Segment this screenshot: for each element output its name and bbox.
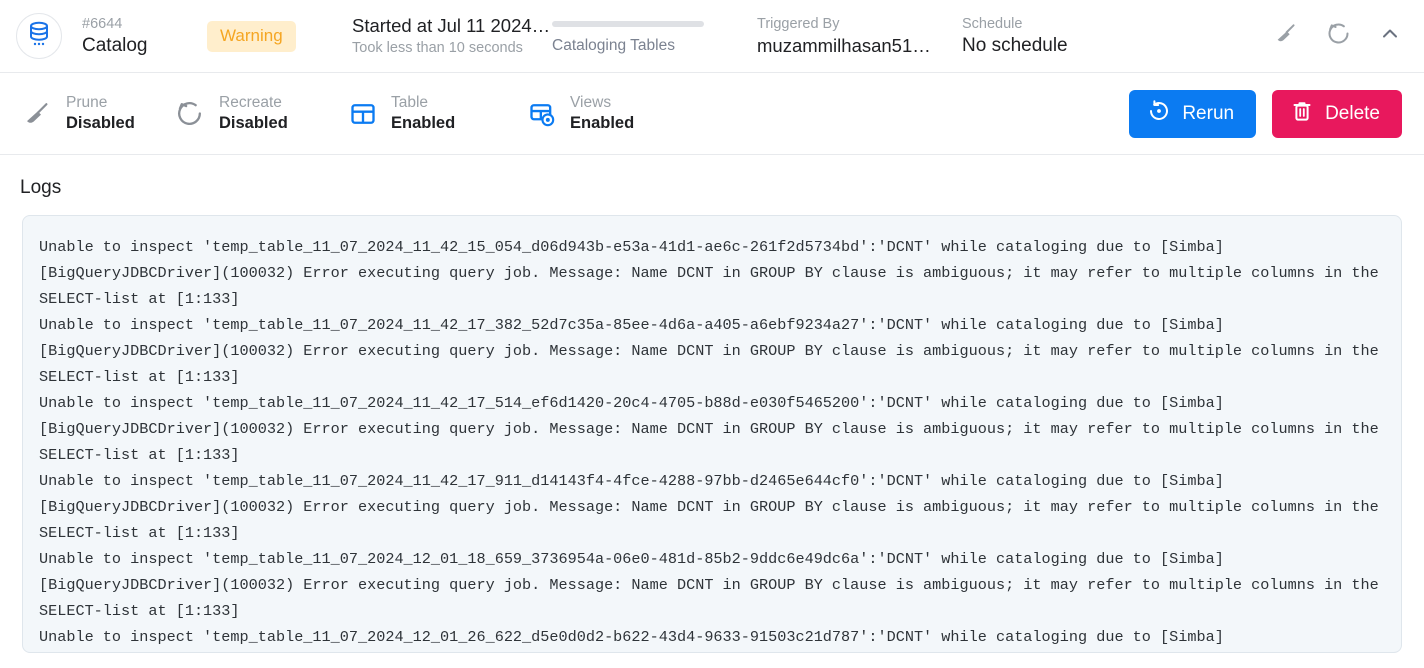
rerun-label: Rerun xyxy=(1182,102,1235,124)
logs-title: Logs xyxy=(20,177,62,198)
status-value: Disabled xyxy=(66,114,135,132)
status-item-table: Table Enabled xyxy=(349,93,528,134)
status-badge: Warning xyxy=(207,20,296,52)
status-label: Table xyxy=(391,94,429,111)
logs-content: Unable to inspect 'temp_table_11_07_2024… xyxy=(39,238,1379,646)
status-label: Views xyxy=(570,94,612,111)
rerun-button[interactable]: Rerun xyxy=(1129,89,1257,138)
schedule-label: Schedule xyxy=(962,15,1023,32)
schedule-block: Schedule No schedule xyxy=(962,15,1273,58)
table-icon xyxy=(349,100,377,128)
status-value: Disabled xyxy=(219,114,288,132)
avatar xyxy=(16,13,62,59)
broom-icon xyxy=(22,99,52,129)
recreate-icon xyxy=(174,98,205,129)
started-block: Started at Jul 11 2024, … Took less than… xyxy=(352,14,552,58)
recreate-icon[interactable] xyxy=(1325,20,1352,52)
run-header: #6644 Catalog Warning Started at Jul 11 … xyxy=(0,0,1424,73)
status-label: Recreate xyxy=(219,94,282,111)
progress-block: Cataloging Tables xyxy=(552,17,757,55)
started-at: Started at Jul 11 2024, … xyxy=(352,15,552,36)
status-item-views: Views Enabled xyxy=(528,93,634,134)
database-icon xyxy=(27,21,51,52)
status-label: Prune xyxy=(66,94,108,111)
views-icon xyxy=(528,100,556,128)
run-number: #6644 xyxy=(82,15,123,32)
status-value: Enabled xyxy=(391,114,456,132)
schedule-value: No schedule xyxy=(962,34,1068,56)
status-badge-wrap: Warning xyxy=(207,20,352,52)
triggered-by-label: Triggered By xyxy=(757,15,840,32)
duration-text: Took less than 10 seconds xyxy=(352,40,523,56)
progress-label: Cataloging Tables xyxy=(552,37,675,54)
triggered-by-block: Triggered By muzammilhasan515… xyxy=(757,15,962,58)
status-item-prune: Prune Disabled xyxy=(22,93,174,134)
status-value: Enabled xyxy=(570,114,635,132)
delete-button[interactable]: Delete xyxy=(1272,89,1402,138)
triggered-by-value: muzammilhasan515… xyxy=(757,34,939,56)
status-item-recreate: Recreate Disabled xyxy=(174,93,349,134)
run-name: Catalog xyxy=(82,34,148,56)
trash-icon xyxy=(1290,99,1325,129)
rerun-icon xyxy=(1147,99,1182,129)
logs-panel[interactable]: Unable to inspect 'temp_table_11_07_2024… xyxy=(22,215,1402,653)
delete-label: Delete xyxy=(1325,102,1380,124)
chevron-up-icon[interactable] xyxy=(1378,22,1402,51)
broom-icon[interactable] xyxy=(1273,21,1299,52)
run-identity: #6644 Catalog xyxy=(82,15,207,58)
header-icon-group xyxy=(1273,20,1402,52)
progress-bar xyxy=(552,21,704,27)
action-bar: Prune Disabled Recreate Disabled Table E… xyxy=(0,73,1424,155)
